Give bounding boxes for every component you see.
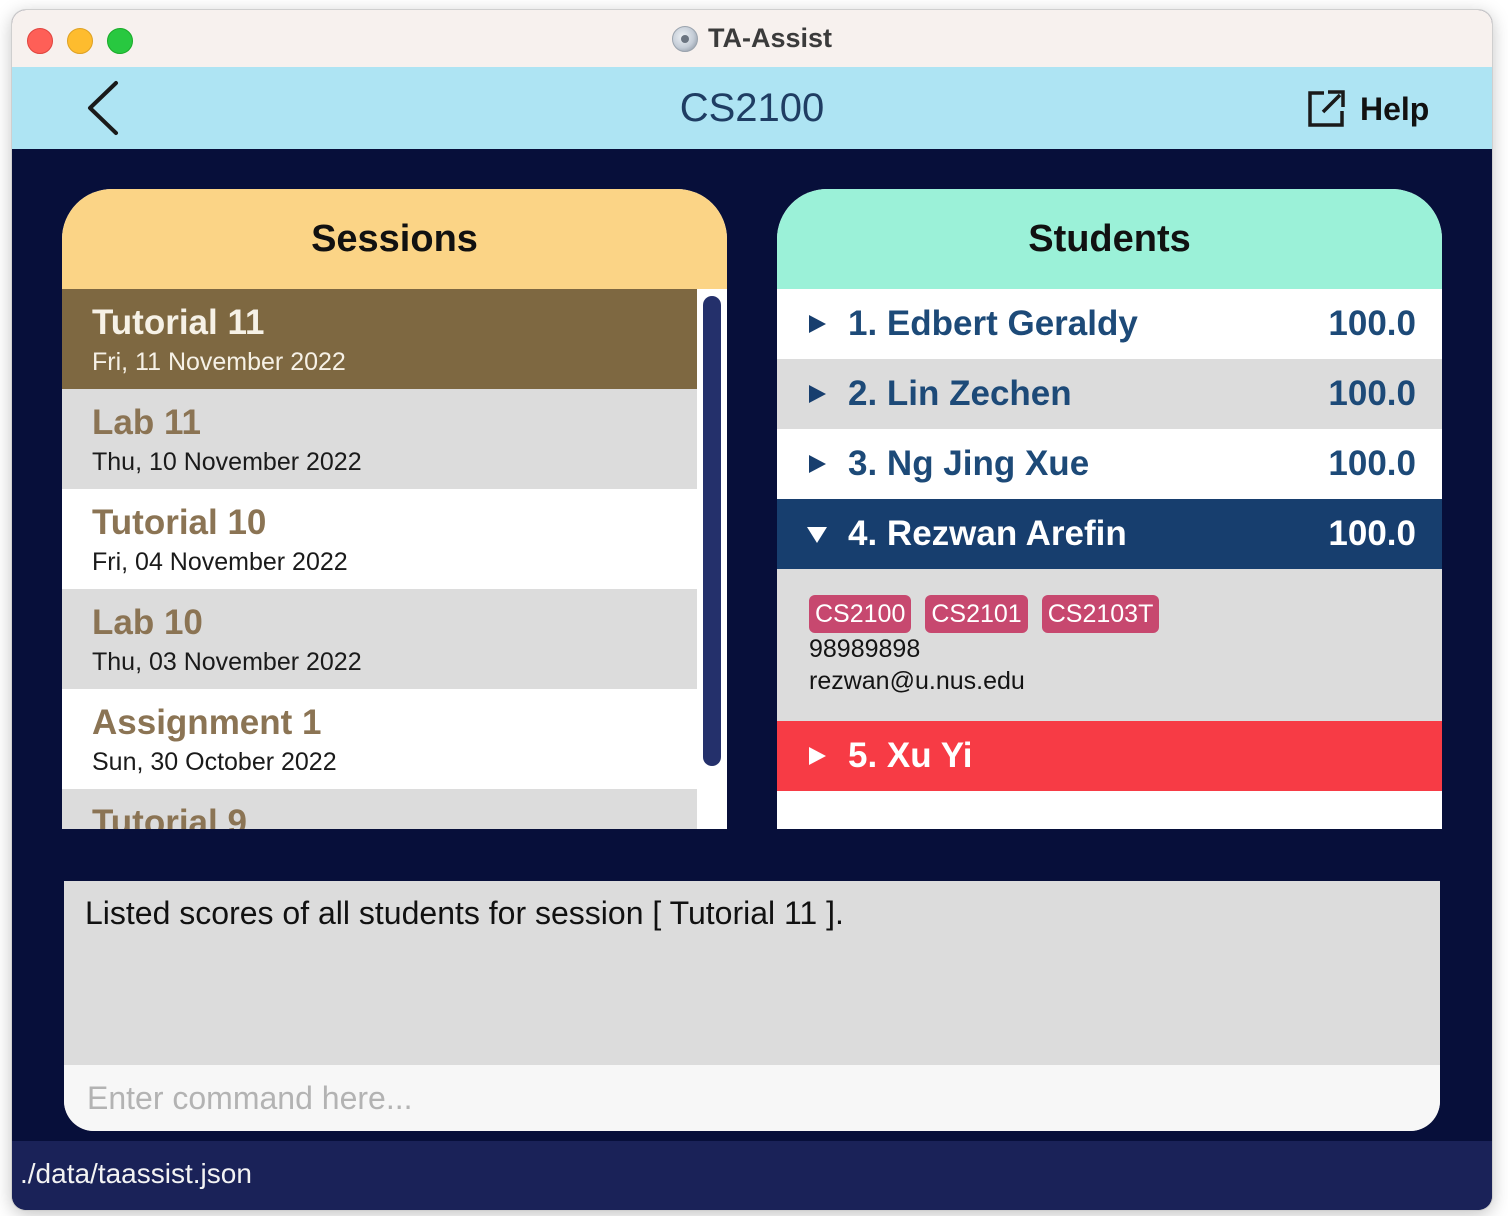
sessions-panel-title: Sessions [62, 189, 727, 289]
session-name: Tutorial 11 [92, 303, 265, 342]
session-name: Tutorial 10 [92, 503, 267, 542]
external-link-icon [1308, 90, 1345, 127]
session-scrollbar-thumb[interactable] [703, 296, 721, 766]
sessions-panel: Sessions Tutorial 11 Fri, 11 November 20… [62, 189, 727, 829]
student-row-expanded[interactable]: 4. Rezwan Arefin 100.0 [777, 499, 1442, 569]
module-tag: CS2101 [925, 595, 1028, 633]
session-list[interactable]: Tutorial 11 Fri, 11 November 2022 Lab 11… [62, 289, 697, 829]
triangle-right-icon [809, 747, 826, 765]
student-phone: 98989898 [809, 635, 921, 663]
student-list[interactable]: 1. Edbert Geraldy 100.0 2. Lin Zechen 10… [777, 289, 1442, 829]
student-score: 100.0 [1328, 514, 1416, 553]
session-date: Thu, 10 November 2022 [92, 448, 362, 476]
expand-toggle[interactable] [807, 746, 827, 766]
result-display: Listed scores of all students for sessio… [64, 881, 1440, 1131]
student-score: 100.0 [1328, 304, 1416, 343]
window-title: TA-Assist [707, 23, 833, 53]
course-header: CS2100 Help [12, 67, 1492, 149]
student-score: 100.0 [1328, 444, 1416, 483]
session-date: Fri, 04 November 2022 [92, 548, 348, 576]
student-name: 2. Lin Zechen [848, 374, 1072, 413]
student-score: 100.0 [1328, 374, 1416, 413]
data-file-path: ./data/taassist.json [20, 1158, 252, 1189]
help-label: Help [1360, 90, 1430, 127]
session-date: Thu, 03 November 2022 [92, 648, 362, 676]
status-bar: ./data/taassist.json [12, 1141, 1492, 1210]
student-details: CS2100 CS2101 CS2103T 98989898 rezwan@u.… [777, 569, 1442, 721]
module-tag: CS2100 [809, 595, 912, 633]
help-button[interactable]: Help [1306, 85, 1429, 133]
session-item[interactable]: Tutorial 11 Fri, 11 November 2022 [62, 289, 697, 389]
student-name: 1. Edbert Geraldy [848, 304, 1138, 343]
session-name: Lab 10 [92, 603, 203, 642]
students-panel-title: Students [777, 189, 1442, 289]
student-email: rezwan@u.nus.edu [809, 667, 1025, 695]
back-button[interactable] [82, 79, 132, 137]
session-name: Lab 11 [92, 403, 201, 442]
app-window: TA-Assist CS2100 Help Sessions Tutorial … [12, 10, 1492, 1210]
student-row[interactable]: 5. Xu Yi [777, 721, 1442, 791]
triangle-right-icon [809, 455, 826, 473]
student-row[interactable]: 1. Edbert Geraldy 100.0 [777, 289, 1442, 359]
expand-toggle[interactable] [807, 454, 827, 474]
triangle-down-icon [807, 527, 827, 543]
expand-toggle[interactable] [807, 384, 827, 404]
student-name: 3. Ng Jing Xue [848, 444, 1090, 483]
module-tags: CS2100 CS2101 CS2103T [809, 595, 1442, 633]
students-panel: Students 1. Edbert Geraldy 100.0 2. Lin … [777, 189, 1442, 829]
student-name: 5. Xu Yi [848, 736, 973, 775]
triangle-right-icon [809, 315, 826, 333]
student-row[interactable]: 3. Ng Jing Xue 100.0 [777, 429, 1442, 499]
command-input[interactable] [64, 1065, 1440, 1131]
session-name: Assignment 1 [92, 703, 322, 742]
session-date: Sun, 30 October 2022 [92, 748, 337, 776]
session-item[interactable]: Tutorial 10 Fri, 04 November 2022 [62, 489, 697, 589]
session-item[interactable]: Assignment 1 Sun, 30 October 2022 [62, 689, 697, 789]
collapse-toggle[interactable] [807, 524, 827, 544]
session-item[interactable]: Lab 11 Thu, 10 November 2022 [62, 389, 697, 489]
expand-toggle[interactable] [807, 314, 827, 334]
session-item[interactable]: Tutorial 9 [62, 789, 697, 829]
triangle-right-icon [809, 385, 826, 403]
course-title: CS2100 [679, 85, 825, 130]
session-name: Tutorial 9 [92, 803, 247, 829]
student-row[interactable]: 2. Lin Zechen 100.0 [777, 359, 1442, 429]
module-tag: CS2103T [1041, 595, 1160, 633]
chevron-left-icon [88, 81, 118, 135]
title-bar: TA-Assist [12, 10, 1492, 68]
session-item[interactable]: Lab 10 Thu, 03 November 2022 [62, 589, 697, 689]
result-message: Listed scores of all students for sessio… [85, 895, 844, 931]
session-date: Fri, 11 November 2022 [92, 348, 346, 376]
app-icon [671, 25, 698, 52]
window-title-group: TA-Assist [12, 10, 1492, 67]
student-name: 4. Rezwan Arefin [848, 514, 1127, 553]
